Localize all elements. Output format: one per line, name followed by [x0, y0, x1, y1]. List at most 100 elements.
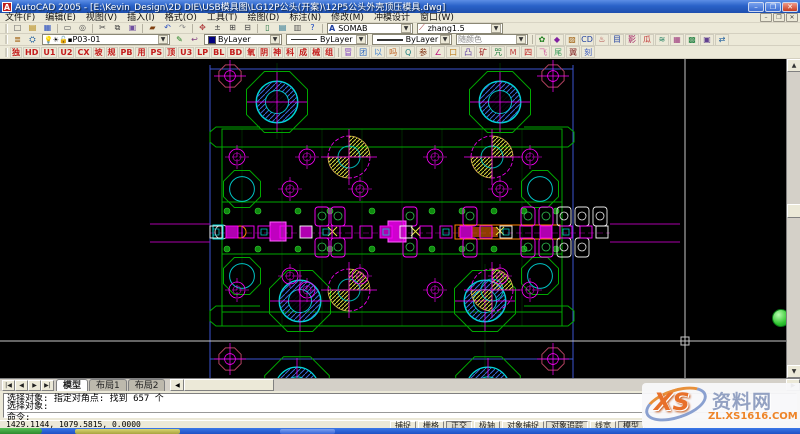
mold-tool-button[interactable]: 科: [284, 47, 296, 58]
mold-tool-button[interactable]: 顶: [165, 47, 177, 58]
make-layer-current-icon[interactable]: ✎: [172, 34, 187, 45]
taskbar-item[interactable]: [75, 429, 180, 434]
close-button[interactable]: ✕: [782, 2, 798, 12]
dropdown-arrow-icon[interactable]: ▼: [491, 24, 501, 33]
tool-palettes-icon[interactable]: ▯: [260, 23, 275, 34]
mold-tool-button[interactable]: U2: [58, 47, 74, 58]
pan-icon[interactable]: ✥: [195, 23, 210, 34]
mold-tool-button[interactable]: 坡: [93, 47, 105, 58]
modify-tool-icon[interactable]: ⇄: [715, 34, 729, 46]
scrollbar-thumb[interactable]: [787, 204, 800, 218]
new-file-icon[interactable]: □: [10, 23, 25, 34]
mold-tool-icon[interactable]: 翼: [566, 46, 580, 58]
mold-tool-icon[interactable]: 四: [521, 46, 535, 58]
preview-icon[interactable]: ◎: [75, 23, 90, 34]
menu-item[interactable]: 修改(M): [326, 13, 369, 23]
mold-tool-icon[interactable]: 口: [446, 46, 460, 58]
mold-tool-button[interactable]: 用: [135, 47, 147, 58]
dropdown-arrow-icon[interactable]: ▼: [158, 35, 168, 44]
sheetset-icon[interactable]: ▤: [275, 23, 290, 34]
layer-dropdown[interactable]: 💡☀🔓▪ P03-01 ▼: [42, 34, 170, 45]
mold-tool-icon[interactable]: Q: [401, 46, 415, 58]
scrollbar-thumb[interactable]: [184, 379, 274, 391]
open-file-icon[interactable]: ▤: [25, 23, 40, 34]
mold-tool-button[interactable]: 规: [106, 47, 118, 58]
toolbar-grip[interactable]: [5, 48, 8, 57]
layer-previous-icon[interactable]: ↩: [187, 34, 202, 45]
menu-item[interactable]: 编辑(E): [40, 13, 81, 23]
redo-icon[interactable]: ↷: [175, 23, 190, 34]
modify-tool-icon[interactable]: ▨: [565, 34, 579, 46]
linetype-dropdown[interactable]: ByLayer ▼: [286, 34, 368, 45]
mold-tool-icon[interactable]: 冒: [341, 46, 355, 58]
paste-icon[interactable]: ▣: [125, 23, 140, 34]
modify-tool-icon[interactable]: ▣: [700, 34, 714, 46]
plot-icon[interactable]: ▭: [60, 23, 75, 34]
modify-tool-icon[interactable]: ≋: [655, 34, 669, 46]
mold-tool-icon[interactable]: 参: [416, 46, 430, 58]
help-icon[interactable]: ?: [305, 23, 320, 34]
properties-icon[interactable]: ▥: [290, 23, 305, 34]
toolbar-grip[interactable]: [5, 24, 8, 33]
mold-tool-button[interactable]: 成: [297, 47, 309, 58]
modify-tool-icon[interactable]: 影: [625, 34, 639, 46]
modify-tool-icon[interactable]: ◆: [550, 34, 564, 46]
mold-tool-button[interactable]: 械: [310, 47, 322, 58]
mold-tool-button[interactable]: PS: [148, 47, 164, 58]
mold-tool-icon[interactable]: 吗: [386, 46, 400, 58]
menu-item[interactable]: 绘图(D): [242, 13, 284, 23]
mold-tool-button[interactable]: 神: [271, 47, 283, 58]
menu-item[interactable]: 窗口(W): [415, 13, 459, 23]
tab-nav-icon[interactable]: ◀: [15, 380, 28, 391]
mold-tool-button[interactable]: PB: [119, 47, 135, 58]
mold-tool-button[interactable]: BL: [211, 47, 226, 58]
mold-tool-icon[interactable]: 凸: [461, 46, 475, 58]
menu-item[interactable]: 插入(I): [122, 13, 160, 23]
doc-close-button[interactable]: ✕: [786, 13, 798, 22]
drawing-canvas[interactable]: [0, 59, 786, 378]
scroll-down-icon[interactable]: ▼: [787, 365, 800, 378]
tab-layout1[interactable]: 布局1: [89, 379, 127, 391]
start-button[interactable]: [0, 428, 42, 434]
tab-layout2[interactable]: 布局2: [128, 379, 166, 391]
layer-manager-icon[interactable]: ≣: [10, 34, 25, 45]
mold-tool-button[interactable]: 组: [323, 47, 335, 58]
menu-item[interactable]: 标注(N): [284, 13, 326, 23]
mold-tool-icon[interactable]: 矿: [476, 46, 490, 58]
menu-item[interactable]: 文件(F): [0, 13, 40, 23]
mold-tool-button[interactable]: 独: [10, 47, 22, 58]
mold-tool-icon[interactable]: 刻: [581, 46, 595, 58]
modify-tool-icon[interactable]: ♨: [595, 34, 609, 46]
plotstyle-dropdown[interactable]: 随颜色 ▼: [456, 34, 528, 45]
doc-minimize-button[interactable]: –: [760, 13, 772, 22]
tab-nav-icon[interactable]: ▶: [28, 380, 41, 391]
layer-states-icon[interactable]: ⛭: [25, 34, 40, 45]
dropdown-arrow-icon[interactable]: ▼: [401, 24, 411, 33]
mold-tool-button[interactable]: 阴: [258, 47, 270, 58]
mold-tool-button[interactable]: U3: [178, 47, 194, 58]
scroll-up-icon[interactable]: ▲: [787, 59, 800, 72]
tab-model[interactable]: 模型: [56, 379, 88, 391]
zoom-window-icon[interactable]: ⊞: [225, 23, 240, 34]
match-properties-icon[interactable]: ▰: [145, 23, 160, 34]
dim-style-dropdown[interactable]: ⟋zhang1.5▼: [417, 23, 503, 34]
green-dot-icon[interactable]: [772, 309, 786, 327]
lineweight-dropdown[interactable]: ByLayer ▼: [372, 34, 452, 45]
mold-tool-icon[interactable]: 团: [356, 46, 370, 58]
modify-tool-icon[interactable]: 瓜: [640, 34, 654, 46]
mold-tool-icon[interactable]: 以: [371, 46, 385, 58]
menu-item[interactable]: 视图(V): [81, 13, 122, 23]
mold-tool-button[interactable]: HD: [23, 47, 40, 58]
mold-tool-button[interactable]: BD: [227, 47, 244, 58]
modify-tool-icon[interactable]: CD: [580, 34, 594, 46]
restore-button[interactable]: ❐: [765, 2, 781, 12]
dropdown-arrow-icon[interactable]: ▼: [356, 35, 366, 44]
mold-tool-button[interactable]: 氧: [245, 47, 257, 58]
mold-tool-icon[interactable]: 尾: [551, 46, 565, 58]
toolbar-grip[interactable]: [5, 35, 8, 44]
minimize-button[interactable]: –: [748, 2, 764, 12]
tab-nav-icon[interactable]: |◀: [2, 380, 15, 391]
tab-nav-icon[interactable]: ▶|: [41, 380, 54, 391]
modify-tool-icon[interactable]: 目: [610, 34, 624, 46]
mold-tool-button[interactable]: U1: [41, 47, 57, 58]
